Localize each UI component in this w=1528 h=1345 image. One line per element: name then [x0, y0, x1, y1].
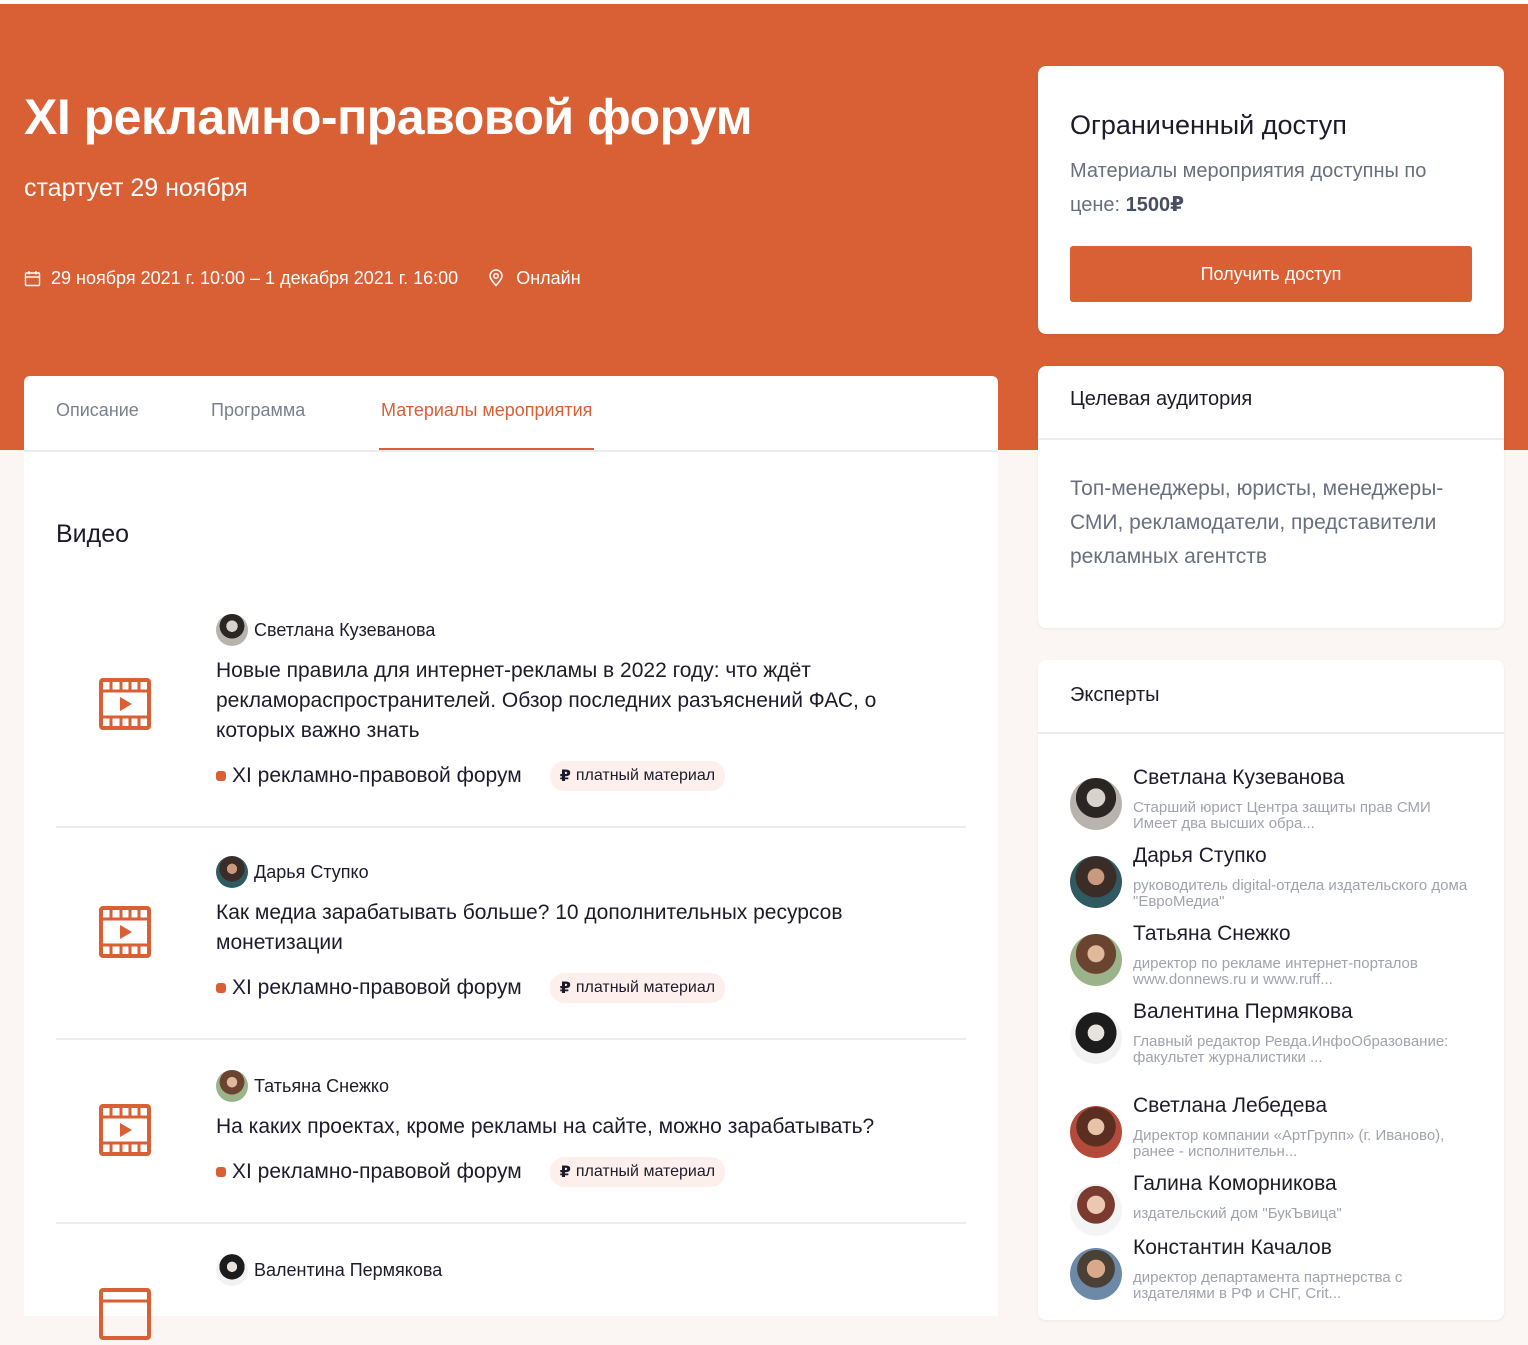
map-pin-icon [488, 269, 504, 287]
video-author-name: Дарья Ступко [254, 861, 369, 882]
experts-card: Эксперты Светлана Кузеванова Старший юри… [1038, 660, 1504, 1320]
expert-description: Директор компании «АртГрупп» (г. Иваново… [1133, 1128, 1445, 1160]
event-dot [216, 983, 226, 993]
avatar [1070, 934, 1122, 986]
section-title: Видео [56, 520, 130, 548]
audience-title: Целевая аудитория [1070, 388, 1253, 410]
video-title[interactable]: Новые правила для интернет-рекламы в 202… [216, 656, 936, 746]
event-location: Онлайн [516, 267, 581, 288]
expert-description: Старший юрист Центра защиты прав СМИ Име… [1133, 800, 1431, 832]
expert-name: Дарья Ступко [1133, 844, 1267, 867]
avatar [216, 1070, 248, 1102]
video-title[interactable]: Как медиа зарабатывать больше? 10 дополн… [216, 898, 936, 958]
video-author-name: Татьяна Снежко [254, 1075, 389, 1096]
paid-badge-label: платный материал [575, 767, 716, 784]
video-author-name: Валентина Пермякова [254, 1259, 443, 1280]
access-price: 1500₽ [1125, 194, 1185, 216]
access-title: Ограниченный доступ [1070, 110, 1347, 140]
audience-text: Топ-менеджеры, юристы, менеджеры-СМИ, ре… [1070, 477, 1444, 568]
expert-description: Главный редактор Ревда.ИнфоОбразование: … [1133, 1034, 1449, 1066]
video-author: Дарья Ступко [216, 856, 369, 888]
tab-bar: Описание Программа Материалы мероприятия [24, 376, 998, 452]
video-title[interactable]: На каких проектах, кроме рекламы на сайт… [216, 1112, 936, 1142]
page-title: XI рекламно-правовой форум [24, 89, 753, 145]
expert-name: Валентина Пермякова [1133, 1000, 1353, 1023]
expert-description: руководитель digital-отдела издательског… [1133, 878, 1468, 910]
avatar [1070, 1184, 1122, 1236]
paid-badge: ₽ платный материал [549, 1157, 726, 1187]
tab-program[interactable]: Программа [211, 376, 305, 450]
event-start-subtitle: стартует 29 ноября [24, 174, 248, 202]
access-card: Ограниченный доступ Материалы мероприяти… [1038, 66, 1504, 334]
expert-description: директор по рекламе интернет-порталов ww… [1133, 956, 1418, 988]
expert-name: Константин Качалов [1133, 1236, 1332, 1259]
video-meta: XI рекламно-правовой форум ₽ платный мате… [216, 972, 726, 1004]
event-dot [216, 1167, 226, 1177]
access-description: Материалы мероприятия доступны по цене: [1070, 160, 1427, 216]
expert-description: издательский дом "БукЪвица" [1133, 1206, 1342, 1222]
divider [56, 1222, 966, 1224]
audience-card: Целевая аудитория Топ-менеджеры, юристы,… [1038, 366, 1504, 628]
get-access-button[interactable]: Получить доступ [1070, 246, 1472, 302]
avatar [1070, 1012, 1122, 1064]
expert-description: директор департамента партнерства с изда… [1133, 1270, 1403, 1302]
video-author: Светлана Кузеванова [216, 614, 435, 646]
access-text: Материалы мероприятия доступны по цене: … [1070, 154, 1470, 222]
materials-card: Описание Программа Материалы мероприятия… [24, 376, 998, 1340]
avatar [1070, 856, 1122, 908]
expert-name: Светлана Кузеванова [1133, 766, 1345, 789]
video-author: Татьяна Снежко [216, 1070, 389, 1102]
avatar [216, 856, 248, 888]
avatar [1070, 1106, 1122, 1158]
experts-title: Эксперты [1070, 684, 1160, 706]
film-play-icon [99, 906, 151, 963]
paid-badge-label: платный материал [575, 1163, 716, 1180]
avatar [216, 614, 248, 646]
film-play-icon [99, 678, 151, 735]
paid-badge-label: платный материал [575, 979, 716, 996]
video-author: Валентина Пермякова [216, 1254, 442, 1286]
video-meta: XI рекламно-правовой форум ₽ платный мате… [216, 760, 726, 792]
calendar-icon [24, 270, 41, 287]
film-play-icon [99, 1104, 151, 1161]
expert-name: Галина Коморникова [1133, 1172, 1337, 1195]
video-meta: XI рекламно-правовой форум ₽ платный мате… [216, 1156, 726, 1188]
avatar [216, 1254, 248, 1286]
ruble-icon: ₽ [559, 768, 571, 785]
film-play-icon [99, 1288, 151, 1345]
video-author-name: Светлана Кузеванова [254, 619, 436, 640]
tab-description[interactable]: Описание [56, 376, 139, 450]
video-event: XI рекламно-правовой форум [232, 1160, 522, 1183]
event-dot [216, 771, 226, 781]
paid-badge: ₽ платный материал [549, 973, 726, 1003]
video-event: XI рекламно-правовой форум [232, 764, 522, 787]
video-event: XI рекламно-правовой форум [232, 976, 522, 999]
paid-badge: ₽ платный материал [549, 761, 726, 791]
tab-materials[interactable]: Материалы мероприятия [378, 376, 595, 450]
event-meta: 29 ноября 2021 г. 10:00 – 1 декабря 2021… [24, 266, 581, 290]
divider [56, 1038, 966, 1040]
experts-header: Эксперты [1038, 660, 1504, 734]
expert-name: Светлана Лебедева [1133, 1094, 1328, 1117]
avatar [1070, 1248, 1122, 1300]
ruble-icon: ₽ [559, 1164, 571, 1181]
divider [56, 826, 966, 828]
avatar [1070, 778, 1122, 830]
expert-name: Татьяна Снежко [1133, 922, 1291, 945]
event-dates: 29 ноября 2021 г. 10:00 – 1 декабря 2021… [51, 267, 459, 288]
audience-header: Целевая аудитория [1038, 366, 1504, 440]
ruble-icon: ₽ [559, 980, 571, 997]
